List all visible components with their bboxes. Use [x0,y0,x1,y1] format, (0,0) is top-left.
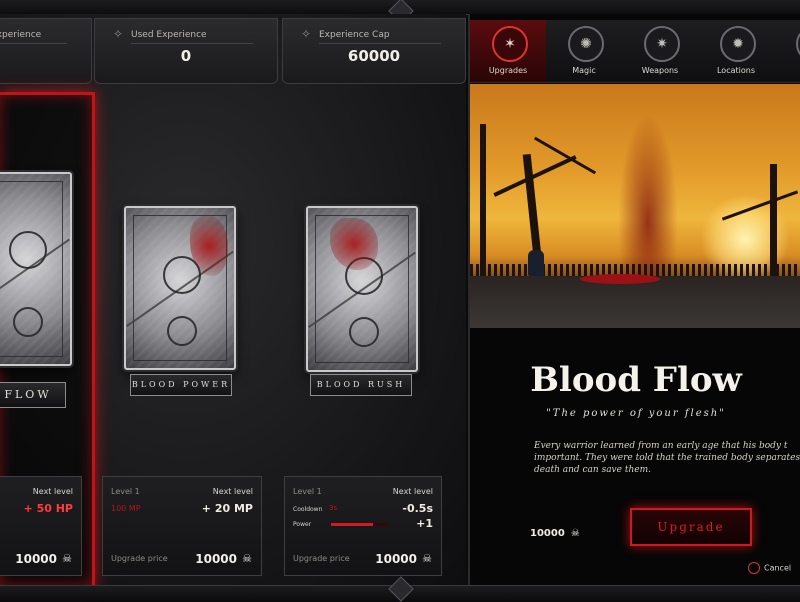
tab-journal[interactable]: ✸ J [774,20,800,82]
journal-icon: ✸ [796,26,800,62]
next-level-value: + 20 MP [201,502,253,515]
circle-button-icon [748,562,760,574]
next-level-value: -0.5s [402,502,433,515]
detail-panel: ✶ Upgrades ✺ Magic ✷ Weapons ✹ Locations… [468,14,800,586]
upgrade-price-label: Upgrade price [293,554,350,563]
experience-cap-box: ✧ Experience Cap 60000 [282,18,466,84]
ability-preview-image [470,84,800,328]
used-experience-label: Used Experience [131,30,207,40]
category-tabs: ✶ Upgrades ✺ Magic ✷ Weapons ✹ Locations… [470,20,800,83]
rune-icon: ✶ [492,26,528,62]
skull-currency-icon: ☠ [62,552,72,565]
card-art [124,206,236,370]
experience-bar: Experience ✧ Used Experience 0 ✧ Experie… [0,18,466,84]
card-title-plate: BLOOD POWER [130,374,232,396]
upgrade-cost-value: 10000 [530,528,565,539]
top-frame [0,0,800,24]
upgrade-price-value: 10000 [375,552,417,566]
ability-title: Blood Flow [530,360,742,400]
upgrade-button[interactable]: Upgrade [630,508,752,546]
locations-icon: ✹ [720,26,756,62]
tab-upgrades[interactable]: ✶ Upgrades [470,20,546,82]
power-bar [331,523,387,526]
magic-icon: ✺ [568,26,604,62]
tab-label: Upgrades [488,66,528,75]
upgrade-price-value: 10000 [15,552,57,566]
experience-cap-value: 60000 [347,47,401,65]
used-experience-divider [131,43,253,44]
next-level-label: Next level [212,487,253,496]
upgrade-price-value: 10000 [195,552,237,566]
cancel-prompt[interactable]: Cancel [748,562,791,574]
card-art [306,206,418,372]
tab-label: Locations [716,66,755,75]
tab-magic[interactable]: ✺ Magic [546,20,622,82]
bottom-frame [0,576,800,602]
skull-currency-icon: ☠ [570,528,580,539]
experience-divider [0,43,67,44]
current-value: 100 MP [111,504,141,513]
next-level-value-2: +1 [416,517,433,530]
skull-currency-icon: ☠ [422,552,432,565]
upgrade-price-label: Upgrade price [111,554,168,563]
warrior-figure [528,250,544,276]
description-line: important. They were told that the train… [534,453,800,463]
skull-currency-icon: ☠ [242,552,252,565]
next-level-label: Next level [32,487,73,496]
weapons-icon: ✷ [644,26,680,62]
experience-label: Experience [0,30,42,40]
upgrade-cost: 10000 ☠ [530,528,580,539]
cancel-label: Cancel [764,563,792,573]
stat-box-blood-flow: Next level + 50 HP 10000 ☠ [0,476,82,576]
card-title-plate: BLOOD RUSH [310,374,412,396]
stat-box-blood-power: Level 1 Next level 100 MP + 20 MP Upgrad… [102,476,262,576]
tab-locations[interactable]: ✹ Locations [698,20,774,82]
plus-sparkle-icon: ✧ [113,27,124,41]
description-line: death and can save them. [534,465,651,475]
experience-cap-label: Experience Cap [319,30,390,40]
card-art [0,172,72,366]
cooldown-label: Cooldown [293,506,323,513]
ground [470,276,800,328]
cooldown-value: 3s [329,504,338,512]
tab-weapons[interactable]: ✷ Weapons [622,20,698,82]
plus-sparkle-icon: ✧ [301,27,312,41]
upgrade-cards-panel: Experience ✧ Used Experience 0 ✧ Experie… [0,14,466,588]
tree-branch [493,155,577,197]
used-experience-value: 0 [180,47,192,65]
power-label: Power [293,521,312,528]
ability-description: Every warrior learned from an early age … [534,440,800,476]
tab-label: Magic [572,66,596,75]
stat-box-blood-rush: Level 1 Next level Cooldown 3s -0.5s Pow… [284,476,442,576]
ability-subtitle: "The power of your flesh" [546,408,726,419]
card-title-plate: FLOW [0,382,66,408]
next-level-value: + 50 HP [23,502,73,515]
next-level-label: Next level [392,487,433,496]
experience-box: Experience [0,18,92,84]
blood-pool [580,274,660,284]
experience-cap-divider [319,43,441,44]
level-label: Level 1 [293,487,322,496]
level-label: Level 1 [111,487,140,496]
power-bar-fill [331,523,373,526]
used-experience-box: ✧ Used Experience 0 [94,18,278,84]
tab-label: Weapons [641,66,679,75]
tab-label: J [774,66,800,75]
description-line: Every warrior learned from an early age … [534,441,788,451]
